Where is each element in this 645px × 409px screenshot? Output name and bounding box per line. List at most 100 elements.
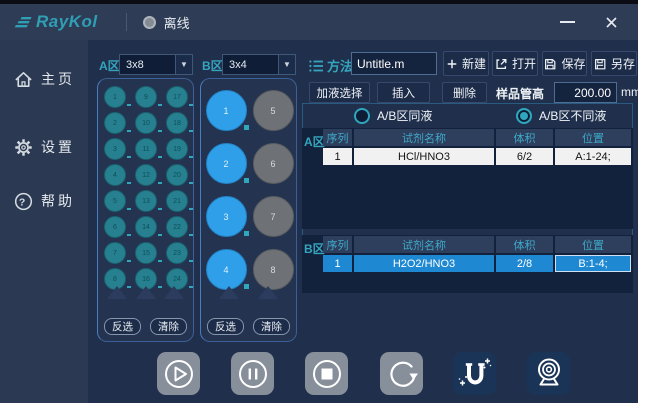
zone-a-well-11[interactable]: 11	[135, 138, 157, 160]
well-cell: 21	[162, 188, 192, 214]
table-a-header-cell: 试剂名称	[354, 129, 494, 146]
save-button-label: 保存	[561, 55, 585, 72]
radio-different-liquid[interactable]: A/B区不同液	[516, 107, 606, 124]
close-button[interactable]	[598, 11, 624, 33]
method-filename-input[interactable]	[351, 52, 437, 75]
new-button-label: 新建	[462, 55, 486, 72]
save-as-method-button[interactable]: 另存	[591, 51, 637, 76]
zone-a-well-12[interactable]: 12	[135, 164, 157, 186]
u-tube-rinse-icon	[454, 353, 496, 395]
triangle-up-icon[interactable]	[164, 286, 184, 299]
add-liquid-button[interactable]: 加液选择	[309, 82, 370, 103]
well-cell: 7	[250, 190, 296, 243]
zone-a-well-18[interactable]: 18	[166, 112, 188, 134]
zone-a-well-4[interactable]: 4	[104, 164, 126, 186]
zone-a-well-21[interactable]: 21	[166, 190, 188, 212]
zone-b-well-3[interactable]: 3	[206, 196, 247, 237]
radio-icon	[354, 108, 370, 124]
sidebar-item-home[interactable]: 主页	[0, 64, 88, 94]
logo-stripes-icon	[14, 14, 32, 31]
zone-b-well-2[interactable]: 2	[206, 143, 247, 184]
zone-a-well-9[interactable]: 9	[135, 86, 157, 108]
zone-a-well-20[interactable]: 20	[166, 164, 188, 186]
zone-b-wells-grid: 1 2 3 4 5 6 7 8	[203, 84, 296, 296]
triangle-up-icon[interactable]	[219, 286, 239, 299]
zone-a-well-7[interactable]: 7	[104, 242, 126, 264]
table-b-row[interactable]: 1H2O2/HNO32/8B:1-4;	[323, 255, 631, 272]
table-b-header-cell: 位置	[555, 236, 631, 253]
zone-b-well-7[interactable]: 7	[253, 196, 294, 237]
well-cell: 1	[100, 84, 130, 110]
table-a-cell[interactable]: 6/2	[496, 148, 553, 165]
well-tick-mark	[244, 231, 249, 236]
sidebar-item-label: 设置	[41, 137, 75, 157]
table-b-cell[interactable]: 2/8	[496, 255, 553, 272]
zone-b-clear-button[interactable]: 清除	[253, 318, 290, 335]
table-a-cell[interactable]: A:1-24;	[555, 148, 631, 165]
pause-button[interactable]	[231, 352, 274, 395]
reset-button[interactable]	[380, 352, 423, 395]
well-cell: 1	[203, 84, 249, 137]
zone-a-well-2[interactable]: 2	[104, 112, 126, 134]
zone-a-size-select[interactable]: 3x8 ▼	[119, 54, 193, 75]
table-a-cell[interactable]: HCl/HNO3	[354, 148, 494, 165]
triangle-up-icon[interactable]	[107, 286, 127, 299]
triangle-up-icon[interactable]	[258, 286, 278, 299]
well-tick-mark	[189, 260, 193, 262]
well-cell: 14	[131, 214, 161, 240]
zone-a-well-6[interactable]: 6	[104, 216, 126, 238]
camera-button[interactable]	[527, 352, 570, 395]
table-b-cell[interactable]: H2O2/HNO3	[354, 255, 494, 272]
rinse-tube-button[interactable]	[453, 352, 496, 395]
zone-b-well-1[interactable]: 1	[206, 90, 247, 131]
sidebar-item-settings[interactable]: 设置	[0, 132, 88, 162]
minimize-icon	[560, 21, 575, 23]
minimize-button[interactable]	[554, 11, 580, 33]
zone-a-well-23[interactable]: 23	[166, 242, 188, 264]
open-method-button[interactable]: 打开	[492, 51, 538, 76]
zone-a-well-5[interactable]: 5	[104, 190, 126, 212]
zone-a-well-14[interactable]: 14	[135, 216, 157, 238]
delete-button[interactable]: 删除	[442, 82, 487, 103]
sidebar-item-help[interactable]: ? 帮助	[0, 186, 88, 216]
new-method-button[interactable]: 新建	[443, 51, 489, 76]
zone-a-well-15[interactable]: 15	[135, 242, 157, 264]
zone-a-invert-button[interactable]: 反选	[104, 318, 141, 335]
well-cell: 7	[100, 240, 130, 266]
insert-button[interactable]: 插入	[377, 82, 430, 103]
zone-a-well-1[interactable]: 1	[104, 86, 126, 108]
stop-button[interactable]	[305, 352, 348, 395]
table-b-cell[interactable]: 1	[323, 255, 352, 272]
zone-b-well-4[interactable]: 4	[206, 249, 247, 290]
table-a-cell[interactable]: 1	[323, 148, 352, 165]
triangle-up-icon[interactable]	[136, 286, 156, 299]
tube-height-input[interactable]	[554, 82, 617, 103]
zone-b-invert-button[interactable]: 反选	[207, 318, 244, 335]
save-method-button[interactable]: 保存	[542, 51, 587, 76]
well-cell: 5	[250, 84, 296, 137]
table-b-header-cell: 体积	[496, 236, 553, 253]
zone-a-well-10[interactable]: 10	[135, 112, 157, 134]
zone-b-well-5[interactable]: 5	[253, 90, 294, 131]
zone-a-well-17[interactable]: 17	[166, 86, 188, 108]
well-cell: 10	[131, 110, 161, 136]
well-tick-mark	[244, 125, 249, 130]
well-cell: 4	[100, 162, 130, 188]
table-b-cell[interactable]: B:1-4;	[555, 255, 631, 272]
radio-label: A/B区不同液	[539, 107, 606, 124]
zone-b-size-select[interactable]: 3x4 ▼	[222, 54, 296, 75]
open-button-label: 打开	[512, 55, 536, 72]
table-a-row[interactable]: 1HCl/HNO36/2A:1-24;	[323, 148, 631, 165]
zone-b-well-6[interactable]: 6	[253, 143, 294, 184]
zone-a-well-13[interactable]: 13	[135, 190, 157, 212]
zone-b-well-8[interactable]: 8	[253, 249, 294, 290]
zone-a-well-3[interactable]: 3	[104, 138, 126, 160]
titlebar-divider	[126, 13, 127, 31]
radio-same-liquid[interactable]: A/B区同液	[354, 107, 432, 124]
zone-a-well-19[interactable]: 19	[166, 138, 188, 160]
zone-a-well-22[interactable]: 22	[166, 216, 188, 238]
run-button[interactable]	[157, 352, 200, 395]
zone-a-clear-button[interactable]: 清除	[150, 318, 187, 335]
well-cell: 18	[162, 110, 192, 136]
table-b-header-row: 序列试剂名称体积位置	[323, 236, 631, 253]
